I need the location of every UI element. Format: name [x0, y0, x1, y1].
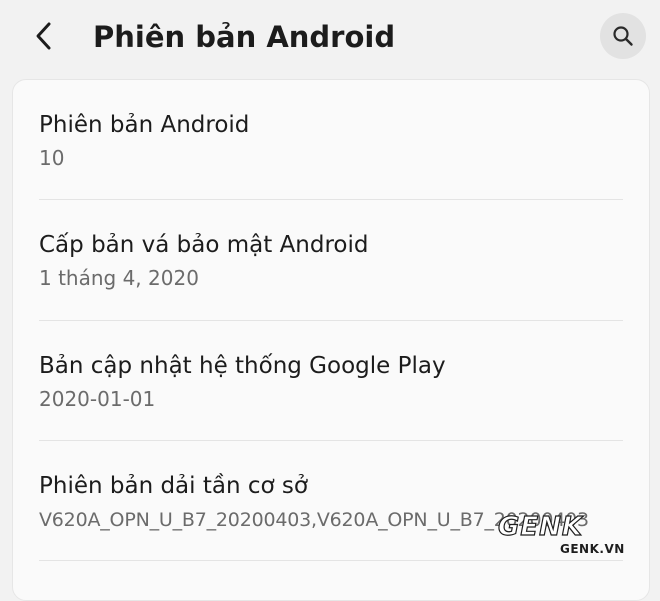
list-item-android-version[interactable]: Phiên bản Android 10	[39, 80, 623, 200]
list-item-security-patch[interactable]: Cấp bản vá bảo mật Android 1 tháng 4, 20…	[39, 200, 623, 320]
item-title: Bản cập nhật hệ thống Google Play	[39, 353, 446, 379]
list-item-google-play-update[interactable]: Bản cập nhật hệ thống Google Play 2020-0…	[39, 321, 623, 441]
search-button[interactable]	[600, 13, 646, 59]
chevron-left-icon	[36, 22, 51, 50]
item-value: 10	[39, 146, 65, 170]
search-icon	[613, 26, 633, 46]
item-value: 2020-01-01	[39, 387, 156, 411]
item-title: Phiên bản Android	[39, 112, 250, 138]
top-app-bar: Phiên bản Android	[0, 0, 660, 76]
watermark-logo: GENK	[497, 511, 584, 542]
genk-watermark: GENK GENK.VN	[497, 511, 650, 564]
back-button[interactable]	[22, 14, 66, 58]
item-value: 1 tháng 4, 2020	[39, 266, 199, 290]
item-title: Cấp bản vá bảo mật Android	[39, 232, 369, 258]
watermark-site: GENK.VN	[560, 542, 625, 556]
page-title: Phiên bản Android	[93, 20, 396, 54]
item-title: Phiên bản dải tần cơ sở	[39, 473, 308, 499]
